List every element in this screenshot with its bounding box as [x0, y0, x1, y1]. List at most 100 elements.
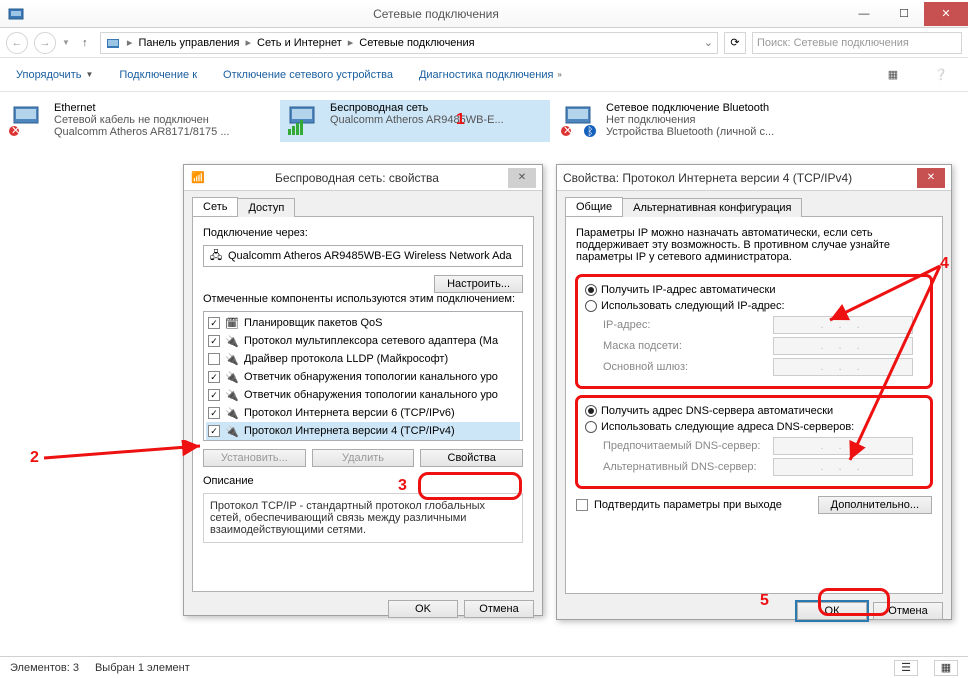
checkbox[interactable]: ✓ — [208, 389, 220, 401]
gateway-field[interactable]: . . . — [773, 358, 913, 376]
ok-button[interactable]: OK — [388, 600, 458, 618]
radio-dns-manual[interactable]: Использовать следующие адреса DNS-сервер… — [585, 421, 923, 433]
wifi-small-icon: 📶 — [190, 170, 206, 186]
remove-button[interactable]: Удалить — [312, 449, 415, 467]
view-details-button[interactable]: ☰ — [894, 660, 918, 676]
dns-pref-label: Предпочитаемый DNS-сервер: — [603, 440, 773, 452]
advanced-button[interactable]: Дополнительно... — [818, 496, 932, 514]
crumb-0[interactable]: Панель управления — [138, 37, 239, 49]
toolbar-connect[interactable]: Подключение к — [119, 69, 197, 81]
crumb-1[interactable]: Сеть и Интернет — [257, 37, 342, 49]
toolbar: Упорядочить ▼ Подключение к Отключение с… — [0, 58, 968, 92]
conn-state: Нет подключения — [606, 114, 774, 126]
view-icons-button[interactable]: ▦ — [934, 660, 958, 676]
toolbar-diagnose[interactable]: Диагностика подключения » — [419, 69, 562, 81]
svg-text:✕: ✕ — [563, 125, 572, 137]
component-item: 🔌Драйвер протокола LLDP (Майкрософт) — [206, 350, 520, 368]
app-icon — [4, 2, 28, 26]
crumb-2[interactable]: Сетевые подключения — [359, 37, 474, 49]
annotation-2: 2 — [30, 449, 39, 467]
connection-ethernet[interactable]: ✕ Ethernet Сетевой кабель не подключен Q… — [4, 100, 274, 142]
properties-button[interactable]: Свойства — [420, 449, 523, 467]
dialog-close-button[interactable]: ✕ — [508, 168, 536, 188]
checkbox[interactable]: ✓ — [208, 317, 220, 329]
dropdown-icon[interactable]: ⌄ — [704, 36, 713, 49]
intro-text: Параметры IP можно назначать автоматичес… — [576, 227, 932, 263]
configure-button[interactable]: Настроить... — [434, 275, 523, 293]
cancel-button[interactable]: Отмена — [873, 602, 943, 620]
ip-field[interactable]: . . . — [773, 316, 913, 334]
checkbox[interactable]: ✓ — [208, 425, 220, 437]
dialog-close-button[interactable]: ✕ — [917, 168, 945, 188]
radio-ip-manual[interactable]: Использовать следующий IP-адрес: — [585, 300, 923, 312]
dns-pref-field[interactable]: . . . — [773, 437, 913, 455]
checkbox[interactable]: ✓ — [208, 407, 220, 419]
radio-ip-auto[interactable]: Получить IP-адрес автоматически — [585, 284, 923, 296]
close-button[interactable]: ✕ — [924, 2, 968, 26]
checkbox[interactable] — [208, 353, 220, 365]
radio-icon — [585, 284, 597, 296]
ip-address-group: Получить IP-адрес автоматически Использо… — [576, 275, 932, 388]
status-bar: Элементов: 3 Выбран 1 элемент ☰ ▦ — [0, 656, 968, 678]
conn-name: Ethernet — [54, 102, 230, 114]
conn-device: Qualcomm Atheros AR8171/8175 ... — [54, 126, 230, 138]
radio-icon — [585, 300, 597, 312]
view-icon[interactable]: ▦ — [882, 64, 904, 86]
window-title: Сетевые подключения — [28, 7, 844, 21]
selected-count: Выбран 1 элемент — [95, 662, 190, 674]
gateway-label: Основной шлюз: — [603, 361, 773, 373]
conn-device: Устройства Bluetooth (личной с... — [606, 126, 774, 138]
window-titlebar: Сетевые подключения — ☐ ✕ — [0, 0, 968, 28]
checkbox[interactable]: ✓ — [208, 335, 220, 347]
radio-dns-auto[interactable]: Получить адрес DNS-сервера автоматически — [585, 405, 923, 417]
cancel-button[interactable]: Отмена — [464, 600, 534, 618]
ok-button[interactable]: ОК — [797, 602, 867, 620]
tab-access[interactable]: Доступ — [237, 198, 295, 217]
components-listbox[interactable]: ✓🗓Планировщик пакетов QoS ✓🔌Протокол мул… — [203, 311, 523, 441]
component-icon: 🔌 — [224, 405, 240, 421]
item-count: Элементов: 3 — [10, 662, 79, 674]
toolbar-disconnect[interactable]: Отключение сетевого устройства — [223, 69, 393, 81]
toolbar-organize[interactable]: Упорядочить ▼ — [16, 69, 93, 81]
component-item: ✓🔌Протокол мультиплексора сетевого адапт… — [206, 332, 520, 350]
component-item: ✓🔌Ответчик обнаружения топологии канальн… — [206, 386, 520, 404]
component-item: ✓🔌Протокол Интернета версии 6 (TCP/IPv6) — [206, 404, 520, 422]
search-placeholder-text: Поиск: Сетевые подключения — [757, 37, 909, 49]
svg-text:✕: ✕ — [11, 125, 20, 137]
tab-alternate[interactable]: Альтернативная конфигурация — [622, 198, 802, 217]
install-button[interactable]: Установить... — [203, 449, 306, 467]
adapter-name: Qualcomm Atheros AR9485WB-EG Wireless Ne… — [228, 250, 512, 262]
conn-device: Qualcomm Atheros AR9485WB-E... — [330, 114, 504, 126]
component-icon: 🔌 — [224, 369, 240, 385]
forward-button[interactable]: → — [34, 32, 56, 54]
connection-wifi[interactable]: Беспроводная сеть Qualcomm Atheros AR948… — [280, 100, 550, 142]
confirm-label: Подтвердить параметры при выходе — [594, 499, 782, 511]
tab-network[interactable]: Сеть — [192, 197, 238, 216]
history-dropdown[interactable]: ▼ — [62, 38, 70, 47]
search-input[interactable]: Поиск: Сетевые подключения — [752, 32, 962, 54]
breadcrumb-bar[interactable]: ▸ Панель управления ▸ Сеть и Интернет ▸ … — [100, 32, 718, 54]
back-button[interactable]: ← — [6, 32, 28, 54]
dns-alt-label: Альтернативный DNS-сервер: — [603, 461, 773, 473]
up-button[interactable]: ↑ — [76, 34, 94, 52]
mask-field[interactable]: . . . — [773, 337, 913, 355]
connection-bluetooth[interactable]: ✕ᛒ Сетевое подключение Bluetooth Нет под… — [556, 100, 826, 142]
dialog-title: Беспроводная сеть: свойства — [206, 171, 508, 185]
connection-list: ✕ Ethernet Сетевой кабель не подключен Q… — [0, 92, 968, 150]
mask-label: Маска подсети: — [603, 340, 773, 352]
conn-state: Сетевой кабель не подключен — [54, 114, 230, 126]
address-bar-row: ← → ▼ ↑ ▸ Панель управления ▸ Сеть и Инт… — [0, 28, 968, 58]
description-text: Протокол TCP/IP - стандартный протокол г… — [203, 493, 523, 543]
ethernet-icon: ✕ — [6, 102, 48, 140]
refresh-button[interactable]: ⟳ — [724, 32, 746, 54]
minimize-button[interactable]: — — [844, 2, 884, 26]
ip-label: IP-адрес: — [603, 319, 773, 331]
maximize-button[interactable]: ☐ — [884, 2, 924, 26]
tab-general[interactable]: Общие — [565, 197, 623, 216]
adapter-icon: 🖧 — [208, 248, 224, 264]
radio-icon — [585, 405, 597, 417]
dns-alt-field[interactable]: . . . — [773, 458, 913, 476]
help-icon[interactable]: ❔ — [930, 64, 952, 86]
confirm-checkbox[interactable] — [576, 499, 588, 511]
checkbox[interactable]: ✓ — [208, 371, 220, 383]
